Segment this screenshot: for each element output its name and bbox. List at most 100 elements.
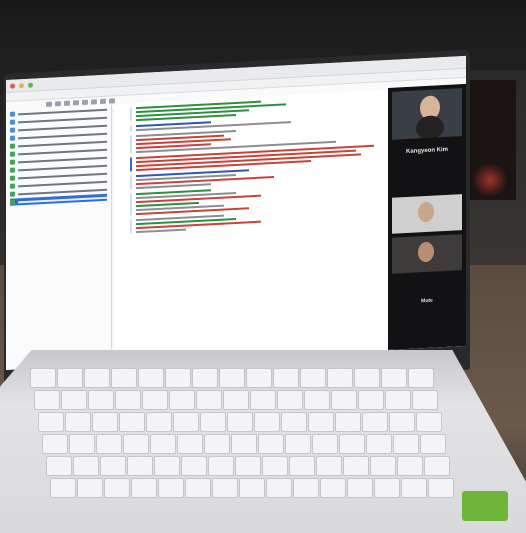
keyboard-key[interactable] [273,368,299,388]
keyboard-key[interactable] [239,478,265,498]
keyboard-key[interactable] [127,456,153,476]
keyboard-key[interactable] [281,412,307,432]
video-call-panel[interactable]: Kangyeon Kim Mute [388,83,466,350]
keyboard-key[interactable] [154,456,180,476]
keyboard-key[interactable] [347,478,373,498]
keyboard-key[interactable] [69,434,95,454]
close-icon[interactable] [10,83,15,89]
keyboard-key[interactable] [219,368,245,388]
keyboard-key[interactable] [185,478,211,498]
keyboard-key[interactable] [42,434,68,454]
keyboard-key[interactable] [73,456,99,476]
keyboard-key[interactable] [34,390,60,410]
keyboard-key[interactable] [320,478,346,498]
participant-tile[interactable] [392,234,462,274]
cut-icon[interactable] [64,100,70,106]
keyboard-key[interactable] [119,412,145,432]
keyboard-key[interactable] [370,456,396,476]
keyboard-key[interactable] [30,368,56,388]
keyboard-key[interactable] [358,390,384,410]
keyboard-key[interactable] [235,456,261,476]
keyboard-key[interactable] [254,412,280,432]
keyboard-key[interactable] [169,390,195,410]
keyboard-key[interactable] [192,368,218,388]
file-browser[interactable] [6,104,112,370]
keyboard-key[interactable] [50,478,76,498]
keyboard-key[interactable] [277,390,303,410]
keyboard-key[interactable] [289,456,315,476]
keyboard-key[interactable] [401,478,427,498]
keyboard-key[interactable] [285,434,311,454]
keyboard-key[interactable] [327,368,353,388]
keyboard-key[interactable] [266,478,292,498]
keyboard-key[interactable] [131,478,157,498]
keyboard-key[interactable] [258,434,284,454]
keyboard-key[interactable] [111,368,137,388]
keyboard-key[interactable] [88,390,114,410]
keyboard-key[interactable] [204,434,230,454]
keyboard-key[interactable] [104,478,130,498]
keyboard-key[interactable] [38,412,64,432]
keyboard-key[interactable] [123,434,149,454]
keyboard-key[interactable] [397,456,423,476]
keyboard-key[interactable] [181,456,207,476]
keyboard-key[interactable] [46,456,72,476]
keyboard-key[interactable] [200,412,226,432]
keyboard-key[interactable] [362,412,388,432]
keyboard-key[interactable] [196,390,222,410]
keyboard-key[interactable] [142,390,168,410]
keyboard-key[interactable] [335,412,361,432]
keyboard-key[interactable] [150,434,176,454]
copy-icon[interactable] [73,100,79,106]
keyboard[interactable] [30,368,500,518]
keyboard-key[interactable] [212,478,238,498]
keyboard-key[interactable] [300,368,326,388]
run-icon[interactable] [91,99,97,105]
keyboard-key[interactable] [412,390,438,410]
keyboard-key[interactable] [77,478,103,498]
maximize-icon[interactable] [28,82,33,88]
keyboard-key[interactable] [246,368,272,388]
add-cell-icon[interactable] [55,101,61,107]
keyboard-key[interactable] [158,478,184,498]
keyboard-key[interactable] [177,434,203,454]
keyboard-key[interactable] [173,412,199,432]
save-icon[interactable] [46,101,52,107]
keyboard-key[interactable] [420,434,446,454]
keyboard-key[interactable] [262,456,288,476]
keyboard-key[interactable] [92,412,118,432]
keyboard-key[interactable] [331,390,357,410]
keyboard-key[interactable] [389,412,415,432]
keyboard-key[interactable] [381,368,407,388]
keyboard-key[interactable] [65,412,91,432]
keyboard-key[interactable] [343,456,369,476]
keyboard-key[interactable] [231,434,257,454]
code-editor[interactable] [114,89,392,365]
keyboard-key[interactable] [223,390,249,410]
keyboard-key[interactable] [227,412,253,432]
keyboard-key[interactable] [408,368,434,388]
keyboard-key[interactable] [374,478,400,498]
keyboard-key[interactable] [115,390,141,410]
keyboard-key[interactable] [84,368,110,388]
keyboard-key[interactable] [339,434,365,454]
keyboard-key[interactable] [146,412,172,432]
keyboard-key[interactable] [100,456,126,476]
keyboard-key[interactable] [304,390,330,410]
keyboard-key[interactable] [208,456,234,476]
keyboard-key[interactable] [385,390,411,410]
restart-icon[interactable] [109,98,115,104]
keyboard-key[interactable] [316,456,342,476]
keyboard-key[interactable] [428,478,454,498]
keyboard-key[interactable] [165,368,191,388]
participant-tile[interactable] [392,194,462,234]
paste-icon[interactable] [82,99,88,106]
keyboard-key[interactable] [61,390,87,410]
keyboard-key[interactable] [138,368,164,388]
keyboard-key[interactable] [354,368,380,388]
keyboard-key[interactable] [57,368,83,388]
keyboard-key[interactable] [366,434,392,454]
keyboard-key[interactable] [312,434,338,454]
mute-label[interactable]: Mute [388,296,466,306]
active-speaker-tile[interactable] [392,88,462,140]
